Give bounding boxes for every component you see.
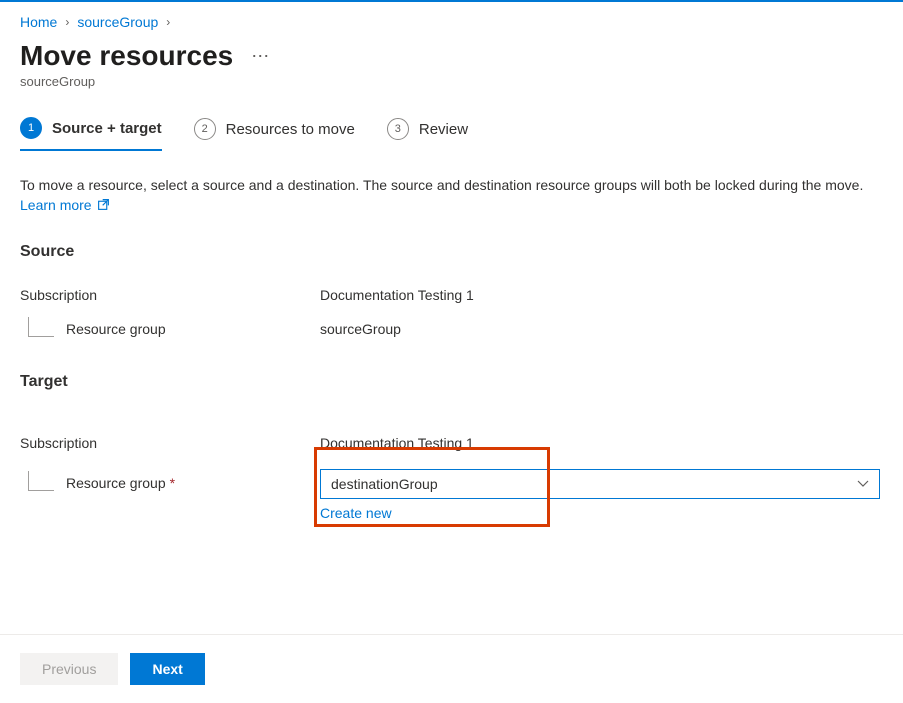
tab-resources-to-move[interactable]: 2 Resources to move (194, 118, 355, 150)
breadcrumb-source-group[interactable]: sourceGroup (77, 14, 158, 30)
tree-connector-icon (28, 317, 54, 337)
target-subscription-value: Documentation Testing 1 (320, 435, 883, 451)
required-indicator: * (170, 475, 175, 491)
tab-label: Resources to move (226, 121, 355, 138)
source-subscription-label: Subscription (20, 287, 320, 303)
dropdown-selected-value: destinationGroup (331, 476, 438, 492)
source-heading: Source (20, 243, 883, 261)
description-text: To move a resource, select a source and … (20, 175, 883, 217)
tab-review[interactable]: 3 Review (387, 118, 468, 150)
tab-number-badge: 2 (194, 118, 216, 140)
wizard-tabs: 1 Source + target 2 Resources to move 3 … (20, 117, 883, 151)
tab-label: Source + target (52, 120, 162, 137)
target-rg-dropdown[interactable]: destinationGroup (320, 469, 880, 499)
chevron-right-icon: › (65, 15, 69, 29)
chevron-down-icon (857, 477, 869, 491)
tab-source-target[interactable]: 1 Source + target (20, 117, 162, 151)
external-link-icon (97, 196, 110, 216)
source-subscription-value: Documentation Testing 1 (320, 287, 883, 303)
learn-more-link[interactable]: Learn more (20, 197, 110, 213)
target-rg-label: Resource group (66, 475, 166, 491)
source-rg-value: sourceGroup (320, 321, 883, 337)
tab-number-badge: 3 (387, 118, 409, 140)
breadcrumb: Home › sourceGroup › (20, 14, 883, 30)
more-actions-button[interactable]: ⋯ (251, 46, 270, 67)
breadcrumb-home[interactable]: Home (20, 14, 57, 30)
target-heading: Target (20, 373, 883, 391)
target-subscription-label: Subscription (20, 435, 320, 451)
page-subtitle: sourceGroup (20, 74, 883, 89)
page-title: Move resources (20, 40, 233, 72)
next-button[interactable]: Next (130, 653, 204, 685)
tab-number-badge: 1 (20, 117, 42, 139)
tab-label: Review (419, 121, 468, 138)
create-new-link[interactable]: Create new (320, 505, 392, 521)
chevron-right-icon: › (166, 15, 170, 29)
footer-buttons: Previous Next (0, 634, 903, 703)
previous-button[interactable]: Previous (20, 653, 118, 685)
source-rg-label: Resource group (66, 321, 166, 337)
tree-connector-icon (28, 471, 54, 491)
